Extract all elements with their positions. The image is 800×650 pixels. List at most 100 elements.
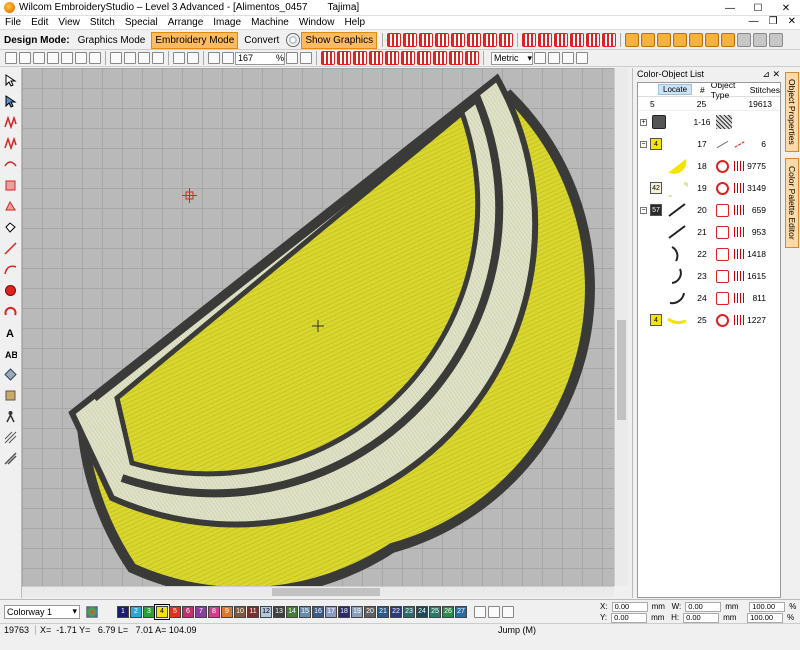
print-preview-icon[interactable] — [61, 52, 73, 64]
color-chip[interactable]: 23 — [403, 605, 415, 618]
view-option-icon[interactable] — [337, 51, 351, 65]
fill-type-icon[interactable] — [586, 33, 601, 47]
color-chip[interactable]: 7 — [195, 605, 207, 618]
h-field[interactable]: 0.00 — [683, 612, 720, 623]
list-item[interactable]: 24 811 — [638, 287, 780, 309]
menu-view[interactable]: View — [53, 17, 85, 28]
fill-type-icon[interactable] — [602, 33, 617, 47]
color-chip[interactable]: 8 — [208, 605, 220, 618]
reshape-icon[interactable] — [3, 93, 19, 109]
tab-color-palette-editor[interactable]: Color Palette Editor — [785, 158, 799, 248]
menu-machine[interactable]: Machine — [246, 17, 294, 28]
menu-file[interactable]: File — [0, 17, 26, 28]
remove-color-icon[interactable] — [488, 605, 500, 618]
expand-icon[interactable]: + — [640, 118, 647, 126]
stitch-tool-icon[interactable] — [3, 135, 19, 151]
color-chip[interactable]: 17 — [325, 605, 337, 618]
measure-icon[interactable] — [562, 52, 574, 64]
view-option-icon[interactable] — [353, 51, 367, 65]
delete-icon[interactable] — [152, 52, 164, 64]
monogram-icon[interactable]: AB — [3, 345, 19, 361]
shape-tool-icon[interactable] — [3, 219, 19, 235]
list-item[interactable]: 23 1615 — [638, 265, 780, 287]
curve-tool-icon[interactable] — [3, 261, 19, 277]
maximize-button[interactable]: ☐ — [744, 0, 772, 16]
export-icon[interactable] — [75, 52, 87, 64]
list-item[interactable]: 21 953 — [638, 221, 780, 243]
circle-tool-icon[interactable] — [3, 282, 19, 298]
redo-icon[interactable] — [187, 52, 199, 64]
colorway-select[interactable]: Colorway 1 ▾ — [4, 604, 80, 619]
collapse-icon[interactable]: − — [640, 140, 647, 148]
view-option-icon[interactable] — [401, 51, 415, 65]
stitch-type-icon[interactable] — [403, 33, 418, 47]
show-graphics-button[interactable]: Show Graphics — [301, 31, 378, 49]
vertical-scrollbar[interactable] — [614, 68, 628, 586]
view-option-icon[interactable] — [417, 51, 431, 65]
color-chip[interactable]: 4 — [154, 603, 170, 620]
color-chip[interactable]: 26 — [442, 605, 454, 618]
close-button[interactable]: ✕ — [772, 0, 800, 16]
color-chip[interactable]: 12 — [260, 605, 272, 618]
color-chip[interactable]: 1 — [117, 605, 129, 618]
menu-stitch[interactable]: Stitch — [85, 17, 120, 28]
list-item[interactable]: 18 9775 — [638, 155, 780, 177]
effect-icon[interactable] — [689, 33, 704, 47]
stitch-type-icon[interactable] — [499, 33, 514, 47]
effect-icon[interactable] — [657, 33, 672, 47]
locate-button[interactable]: Locate — [658, 84, 693, 95]
x-field[interactable]: 0.00 — [611, 601, 648, 612]
view-option-icon[interactable] — [385, 51, 399, 65]
units-select[interactable]: Metric ▾ — [491, 51, 533, 65]
graphics-mode-button[interactable]: Graphics Mode — [74, 32, 150, 49]
convert-button[interactable]: Convert — [240, 32, 283, 49]
color-chip[interactable]: 6 — [182, 605, 194, 618]
fill-tool-icon[interactable] — [3, 177, 19, 193]
select-arrow-icon[interactable] — [3, 72, 19, 88]
stitch-tool-icon[interactable] — [3, 114, 19, 130]
tab-object-properties[interactable]: Object Properties — [785, 72, 799, 152]
scroll-thumb[interactable] — [617, 320, 626, 420]
color-chip[interactable]: 19 — [351, 605, 363, 618]
color-chip[interactable]: 24 — [416, 605, 428, 618]
stitch-type-icon[interactable] — [387, 33, 402, 47]
undo-icon[interactable] — [173, 52, 185, 64]
color-chip[interactable]: 5 — [169, 605, 181, 618]
globe-icon[interactable] — [286, 33, 301, 47]
trim-icon[interactable] — [3, 450, 19, 466]
list-item[interactable]: 4 25 1227 — [638, 309, 780, 331]
fill-tool-icon[interactable] — [3, 198, 19, 214]
hatch-icon[interactable] — [3, 429, 19, 445]
send-machine-icon[interactable] — [89, 52, 101, 64]
design-canvas[interactable] — [22, 68, 614, 586]
horizontal-scrollbar[interactable] — [22, 586, 614, 597]
color-chip[interactable]: 2 — [130, 605, 142, 618]
color-chip[interactable]: 9 — [221, 605, 233, 618]
list-item[interactable]: 42 19 3149 — [638, 177, 780, 207]
print-icon[interactable] — [47, 52, 59, 64]
stitch-type-icon[interactable] — [483, 33, 498, 47]
grid-icon[interactable] — [534, 52, 546, 64]
stitch-tool-icon[interactable] — [3, 156, 19, 172]
figure-icon[interactable] — [3, 408, 19, 424]
effect-icon[interactable] — [721, 33, 736, 47]
stitch-type-icon[interactable] — [419, 33, 434, 47]
doc-minimize-button[interactable]: — — [749, 16, 759, 27]
settings-icon[interactable] — [769, 33, 784, 47]
h-percent-field[interactable]: 100.00 — [747, 612, 784, 623]
paste-icon[interactable] — [138, 52, 150, 64]
settings-icon[interactable] — [753, 33, 768, 47]
w-field[interactable]: 0.00 — [685, 601, 722, 612]
view-option-icon[interactable] — [449, 51, 463, 65]
effect-icon[interactable] — [641, 33, 656, 47]
color-chip[interactable]: 16 — [312, 605, 324, 618]
view-option-icon[interactable] — [369, 51, 383, 65]
line-tool-icon[interactable] — [3, 240, 19, 256]
palette-icon[interactable] — [86, 605, 98, 618]
color-chip[interactable]: 25 — [429, 605, 441, 618]
lettering-icon[interactable]: A — [3, 324, 19, 340]
list-item[interactable]: + 1-16 — [638, 111, 780, 133]
zoom-fit-icon[interactable] — [286, 52, 298, 64]
color-chip[interactable]: 14 — [286, 605, 298, 618]
arc-tool-icon[interactable] — [3, 303, 19, 319]
